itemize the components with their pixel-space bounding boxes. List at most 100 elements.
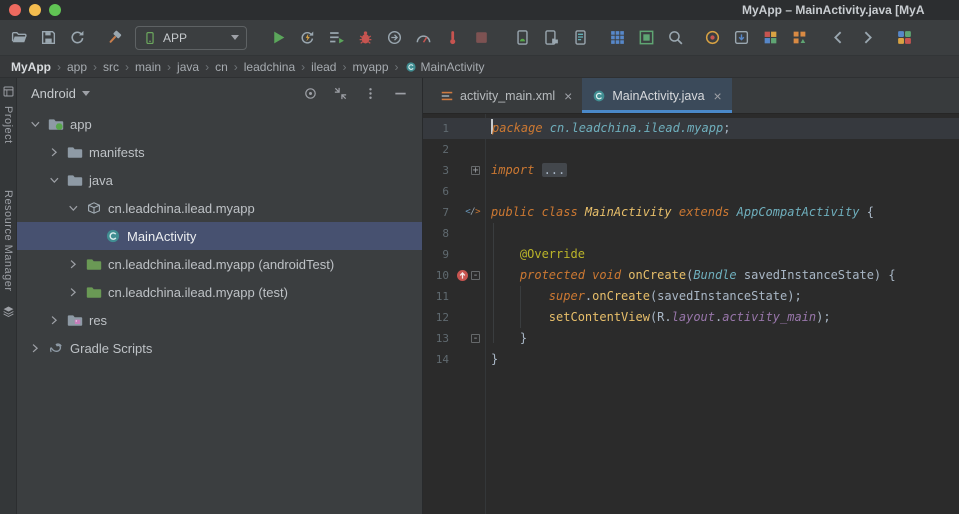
stripe-label-resource-manager[interactable]: Resource Manager [2, 190, 14, 292]
code-line-8[interactable]: 8 [423, 223, 959, 244]
code-line-2[interactable]: 2 [423, 139, 959, 160]
chevron-right-icon[interactable] [67, 258, 80, 271]
breadcrumb-item-cn[interactable]: cn [214, 60, 229, 74]
search-icon[interactable] [664, 27, 686, 49]
line-number[interactable]: 9 [423, 244, 453, 265]
resource-manager-tool-icon[interactable] [2, 305, 15, 318]
open-file-icon[interactable] [8, 27, 30, 49]
breadcrumb-item-main[interactable]: main [134, 60, 162, 74]
line-number[interactable]: 12 [423, 307, 453, 328]
tree-item-res[interactable]: res [17, 306, 422, 334]
tree-item-cn-leadchina-ilead-myapp[interactable]: cn.leadchina.ilead.myapp [17, 194, 422, 222]
code-line-13[interactable]: 13 - } [423, 328, 959, 349]
run-button[interactable] [267, 27, 289, 49]
back-button[interactable] [827, 27, 849, 49]
apply-code-changes-icon[interactable] [325, 27, 347, 49]
breadcrumb-item-java[interactable]: java [176, 60, 200, 74]
breadcrumb-item-leadchina[interactable]: leadchina [243, 60, 296, 74]
tree-item-java[interactable]: java [17, 166, 422, 194]
stripe-label-project[interactable]: Project [2, 106, 14, 144]
line-number[interactable]: 7 [423, 202, 453, 223]
tree-item-cn-leadchina-ilead-myapp-androidtest[interactable]: cn.leadchina.ilead.myapp (androidTest) [17, 250, 422, 278]
close-tab-button[interactable]: × [714, 89, 722, 103]
code-text[interactable]: } [485, 349, 498, 370]
resource-manager-icon[interactable] [788, 27, 810, 49]
line-number[interactable]: 8 [423, 223, 453, 244]
tool-windows-icon[interactable] [606, 27, 628, 49]
code-editor[interactable]: 1 package cn.leadchina.ilead.myapp; 23+imp… [423, 114, 959, 514]
code-line-11[interactable]: 11 super.onCreate(savedInstanceState); [423, 286, 959, 307]
code-text[interactable]: setContentView(R.layout.activity_main); [485, 307, 831, 328]
build-hammer-icon[interactable] [103, 27, 125, 49]
line-number[interactable]: 6 [423, 181, 453, 202]
chevron-down-icon[interactable] [67, 202, 80, 215]
forward-button[interactable] [856, 27, 878, 49]
save-all-icon[interactable] [37, 27, 59, 49]
code-text[interactable]: import ... [485, 160, 567, 181]
code-text[interactable] [485, 181, 491, 202]
locate-file-button[interactable] [303, 86, 318, 101]
breadcrumb-item-ilead[interactable]: ilead [310, 60, 337, 74]
stop-button[interactable] [470, 27, 492, 49]
attach-debugger-icon[interactable] [383, 27, 405, 49]
line-number[interactable]: 11 [423, 286, 453, 307]
run-configuration-select[interactable]: APP [135, 26, 247, 50]
code-line-6[interactable]: 6 [423, 181, 959, 202]
minimize-window-button[interactable] [29, 4, 41, 16]
panel-options-button[interactable] [363, 86, 378, 101]
code-text[interactable]: } [485, 328, 527, 349]
chevron-down-icon[interactable] [48, 174, 61, 187]
code-text[interactable]: @Override [485, 244, 585, 265]
tab-activity-main-xml[interactable]: activity_main.xml× [430, 78, 582, 113]
apply-changes-icon[interactable] [296, 27, 318, 49]
line-number[interactable]: 10 [423, 265, 453, 286]
code-text[interactable]: public class MainActivity extends AppCom… [485, 202, 874, 223]
layout-inspector-icon[interactable] [759, 27, 781, 49]
related-xml-icon[interactable]: </> [465, 202, 480, 223]
code-line-9[interactable]: 9 @Override [423, 244, 959, 265]
hide-panel-button[interactable] [393, 86, 408, 101]
line-number[interactable]: 1 [423, 118, 453, 139]
tab-mainactivity-java[interactable]: MainActivity.java× [582, 78, 731, 113]
close-window-button[interactable] [9, 4, 21, 16]
chevron-right-icon[interactable] [48, 146, 61, 159]
fold-minus-icon[interactable]: - [471, 334, 480, 343]
code-text[interactable] [485, 223, 491, 244]
breadcrumb-item-myapp[interactable]: MyApp [10, 60, 52, 74]
code-text[interactable]: protected void onCreate(Bundle savedInst… [485, 265, 896, 286]
breadcrumb-item-myapp[interactable]: myapp [351, 60, 389, 74]
code-line-3[interactable]: 3+import ... [423, 160, 959, 181]
profile-app-icon[interactable] [412, 27, 434, 49]
chevron-down-icon[interactable] [29, 118, 42, 131]
breadcrumb-item-src[interactable]: src [102, 60, 120, 74]
breadcrumb-item-mainactivity[interactable]: MainActivity [404, 60, 486, 74]
logcat-icon[interactable] [569, 27, 591, 49]
line-number[interactable]: 2 [423, 139, 453, 160]
plugins-icon[interactable] [893, 27, 915, 49]
tree-item-mainactivity[interactable]: MainActivity [17, 222, 422, 250]
code-line-1[interactable]: 1 package cn.leadchina.ilead.myapp; [423, 118, 959, 139]
code-text[interactable]: package cn.leadchina.ilead.myapp; [485, 118, 730, 139]
code-text[interactable] [485, 139, 491, 160]
tree-item-gradle-scripts[interactable]: Gradle Scripts [17, 334, 422, 362]
line-number[interactable]: 14 [423, 349, 453, 370]
device-manager-icon[interactable] [511, 27, 533, 49]
sync-project-icon[interactable] [66, 27, 88, 49]
collapse-all-button[interactable] [333, 86, 348, 101]
fold-minus-icon[interactable]: - [471, 271, 480, 280]
code-line-14[interactable]: 14} [423, 349, 959, 370]
code-line-7[interactable]: 7 </> public class MainActivity extends Ap… [423, 202, 959, 223]
overrides-method-icon[interactable] [457, 270, 468, 281]
chevron-right-icon[interactable] [48, 314, 61, 327]
sdk-manager-icon[interactable] [730, 27, 752, 49]
line-number[interactable]: 3 [423, 160, 453, 181]
line-number[interactable]: 13 [423, 328, 453, 349]
debug-button[interactable] [354, 27, 376, 49]
app-insights-icon[interactable] [701, 27, 723, 49]
close-tab-button[interactable]: × [564, 89, 572, 103]
breadcrumb-item-app[interactable]: app [66, 60, 88, 74]
chevron-right-icon[interactable] [67, 286, 80, 299]
zoom-window-button[interactable] [49, 4, 61, 16]
project-view-selector[interactable]: Android [31, 86, 90, 101]
tree-item-manifests[interactable]: manifests [17, 138, 422, 166]
